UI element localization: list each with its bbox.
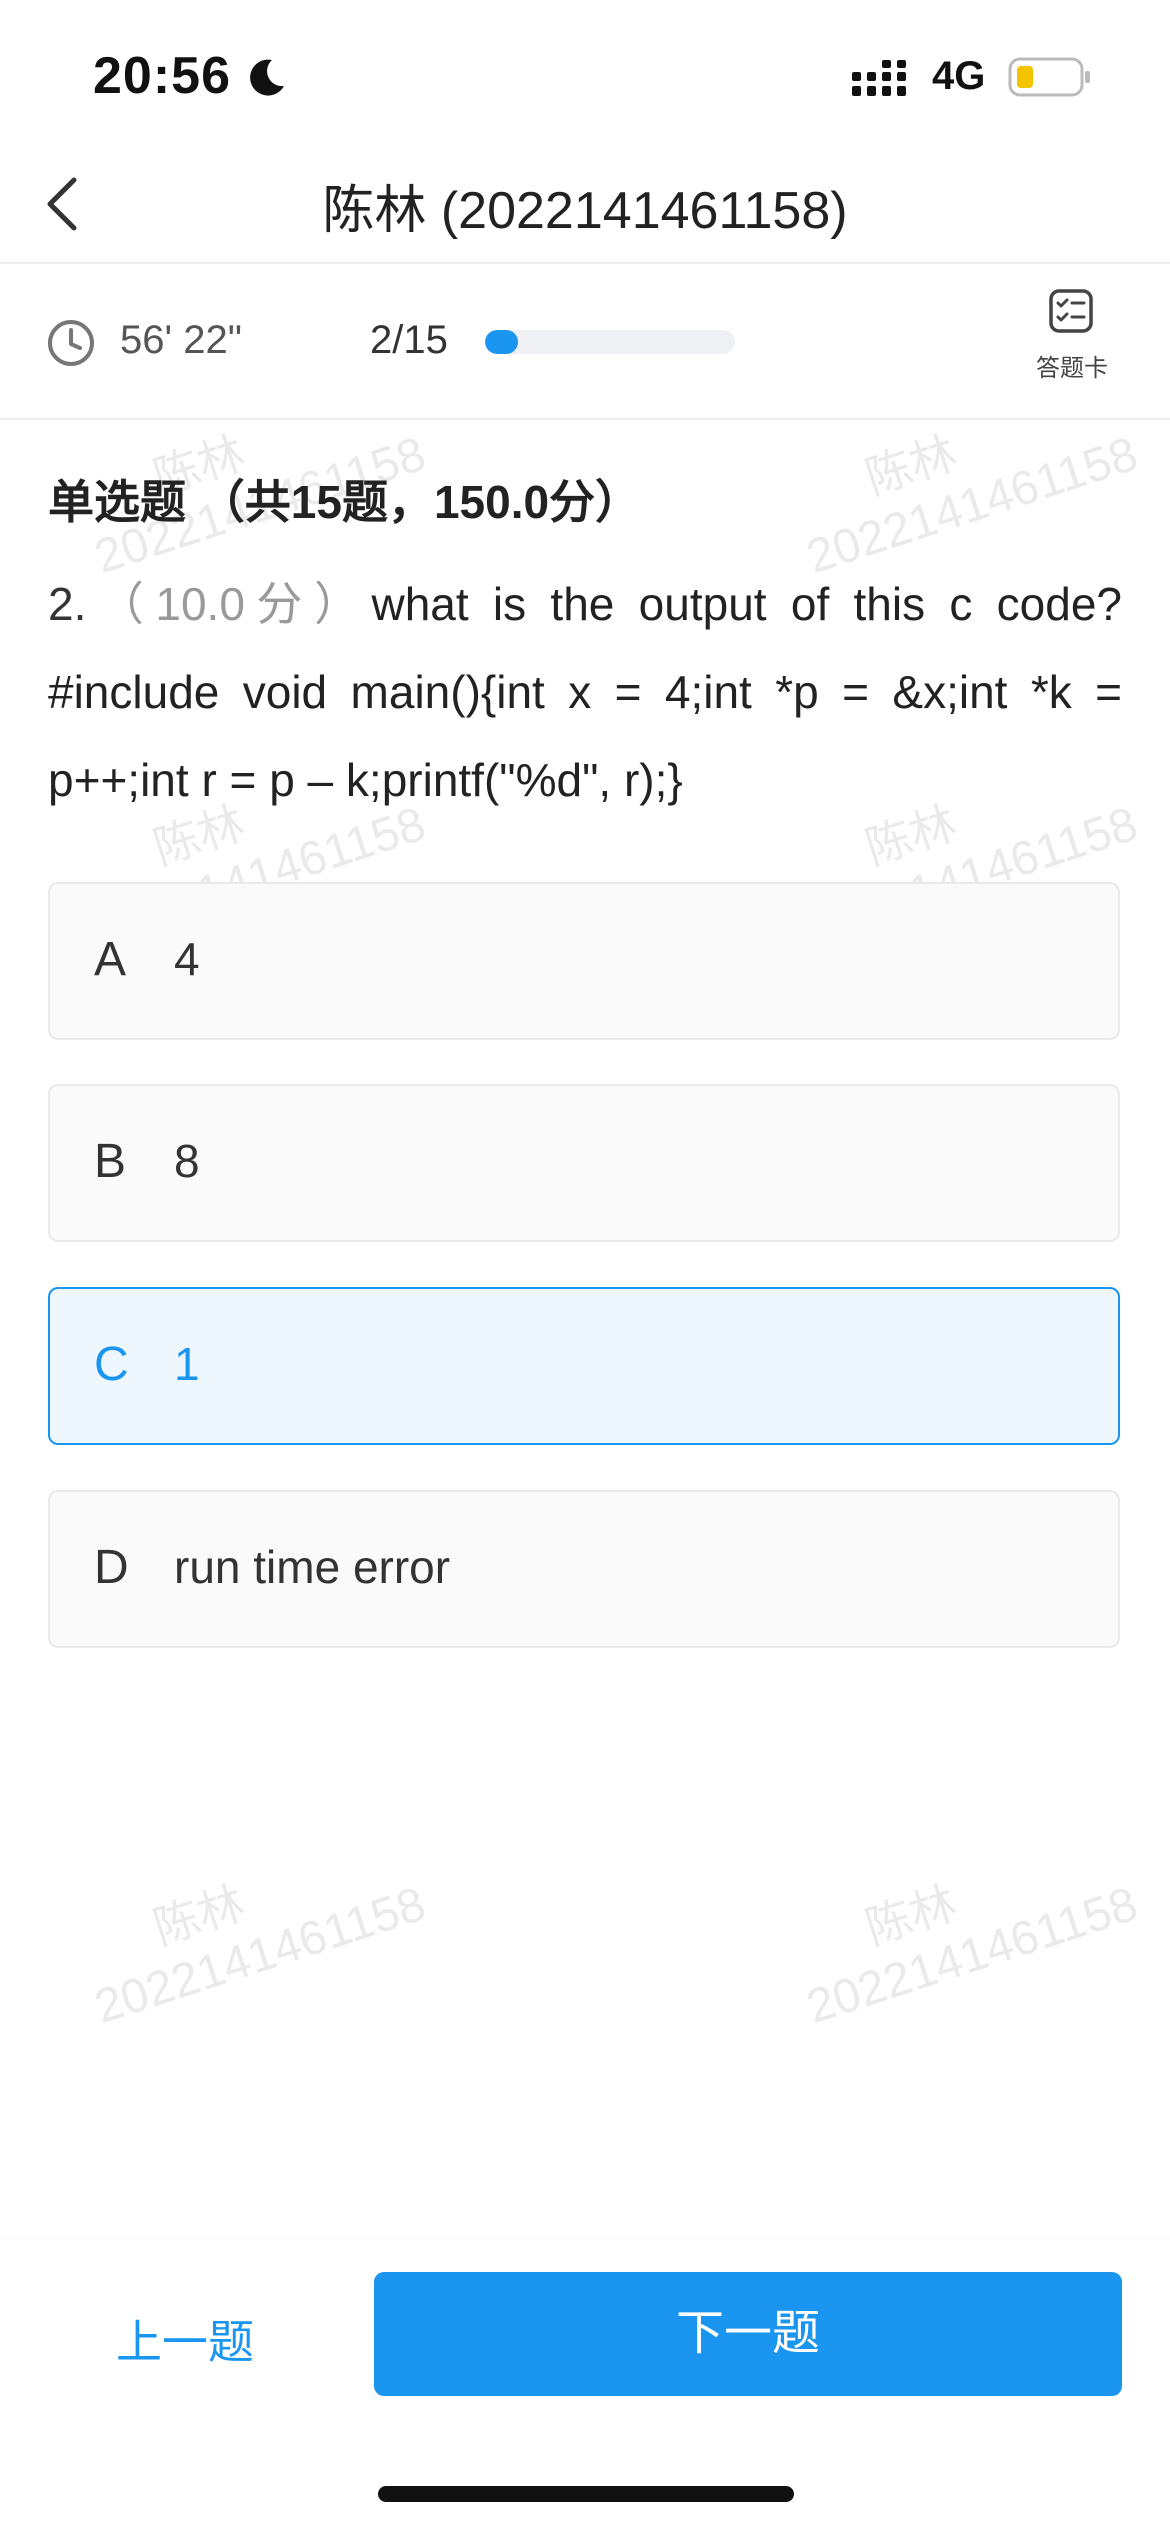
question-number: 2.	[48, 578, 87, 630]
next-question-button[interactable]: 下一题	[374, 2272, 1122, 2396]
answer-card-button[interactable]: 答题卡	[1020, 288, 1124, 398]
status-bar: 20:56 4G	[0, 0, 1170, 150]
answer-card-label: 答题卡	[1036, 355, 1108, 382]
progress-divider	[0, 418, 1170, 420]
option-c[interactable]: C 1	[48, 1287, 1120, 1445]
section-title: 单选题 （共15题，150.0分）	[48, 476, 642, 528]
option-d[interactable]: D run time error	[48, 1490, 1120, 1648]
option-a[interactable]: A 4	[48, 882, 1120, 1040]
nav-bar: 陈林 (2022141461158)	[0, 150, 1170, 262]
option-text: 4	[174, 933, 200, 985]
bottom-action-bar: 上一题 下一题	[0, 2240, 1170, 2430]
question-text: 2.（10.0分）what is the output of this c co…	[48, 560, 1122, 824]
option-letter: D	[94, 1541, 129, 1594]
battery-icon	[1008, 57, 1090, 97]
watermark: 陈林 2022141461158	[800, 1876, 1144, 2035]
option-b[interactable]: B 8	[48, 1084, 1120, 1242]
previous-question-button[interactable]: 上一题	[60, 2302, 310, 2382]
option-text: run time error	[174, 1541, 451, 1593]
option-text: 1	[174, 1338, 200, 1390]
answer-card-icon	[1049, 289, 1093, 333]
option-letter: A	[94, 933, 127, 986]
question-progress-label: 2/15	[370, 318, 448, 362]
watermark: 陈林 2022141461158	[88, 1876, 432, 2035]
option-text: 8	[174, 1135, 200, 1187]
elapsed-timer: 56' 22"	[120, 318, 242, 362]
moon-icon	[250, 59, 284, 96]
network-type: 4G	[932, 54, 986, 98]
option-letter: B	[94, 1135, 127, 1188]
home-indicator[interactable]	[378, 2486, 794, 2502]
question-score: （10.0分）	[86, 578, 372, 630]
clock-icon	[48, 320, 94, 366]
progress-bar-fill	[485, 330, 519, 354]
page-title: 陈林 (2022141461158)	[322, 182, 848, 240]
status-time: 20:56	[93, 47, 231, 105]
progress-bar	[485, 330, 735, 354]
signal-icon	[852, 60, 906, 96]
option-letter: C	[94, 1338, 129, 1391]
exam-progress-row: 56' 22" 2/15 答题卡	[0, 264, 1170, 418]
